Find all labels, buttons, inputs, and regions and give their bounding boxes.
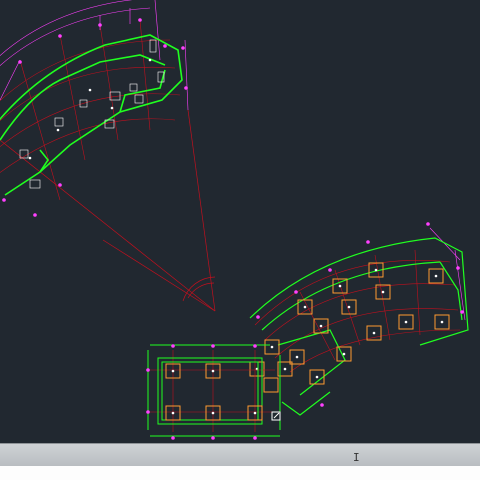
lower-rect-block[interactable] (146, 344, 281, 440)
floor-plan-drawing[interactable] (0, 0, 480, 443)
command-line-bar[interactable] (0, 443, 480, 466)
drawing-viewport[interactable] (0, 0, 480, 443)
radial-construction-lines (0, 109, 216, 312)
command-input[interactable] (4, 446, 480, 466)
ibeam-cursor-icon: I (353, 451, 360, 464)
lower-curved-wing[interactable] (249, 222, 469, 416)
ucs-icon (271, 411, 281, 421)
status-bar (0, 466, 480, 480)
upper-curved-wing[interactable] (0, 0, 189, 217)
